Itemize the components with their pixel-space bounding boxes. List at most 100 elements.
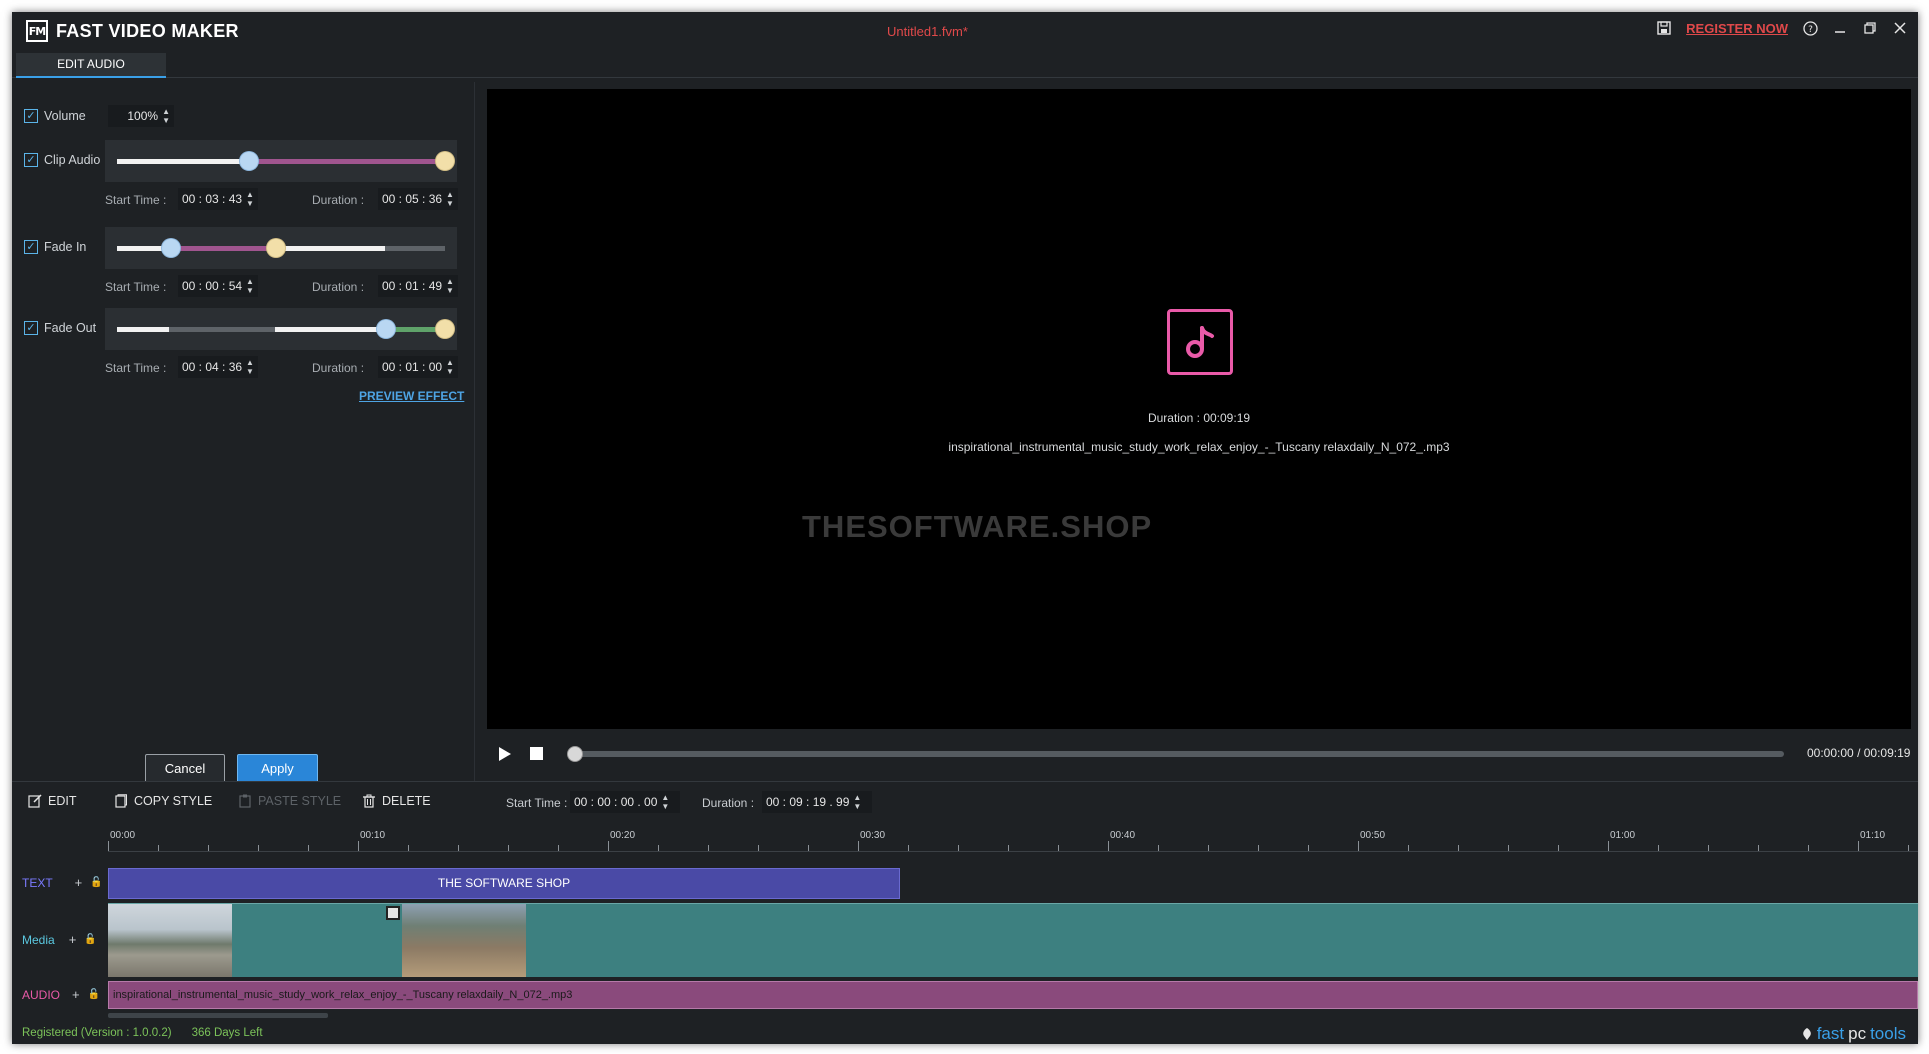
lock-icon[interactable]: 🔓	[90, 877, 102, 888]
tick-mark	[408, 845, 409, 851]
audio-track-header: AUDIO + 🔓	[22, 987, 100, 1002]
status-bar: Registered (Version : 1.0.0.2) 366 Days …	[12, 1024, 1918, 1044]
restore-icon[interactable]	[1862, 20, 1878, 36]
tab-edit-audio[interactable]: EDIT AUDIO	[16, 53, 166, 78]
add-media-icon[interactable]: +	[69, 932, 77, 947]
timeline-scrollbar[interactable]	[108, 1013, 328, 1018]
paste-style-button[interactable]: PASTE STYLE	[238, 794, 341, 808]
fade-out-row: ✓ Fade Out	[24, 321, 96, 335]
text-clip[interactable]: THE SOFTWARE SHOP	[108, 868, 900, 899]
apply-button[interactable]: Apply	[237, 754, 318, 784]
clip-start-stepper[interactable]: 00 : 03 : 43 ▲ ▼	[178, 188, 258, 210]
copy-style-label: COPY STYLE	[134, 794, 213, 808]
clip-start-handle[interactable]	[240, 152, 258, 170]
slider-track-mid	[275, 327, 385, 332]
fade-out-duration-stepper[interactable]: 00 : 01 : 00 ▲ ▼	[378, 356, 458, 378]
current-time: 00:00:00	[1807, 746, 1854, 760]
stop-icon[interactable]	[530, 747, 543, 760]
minimize-icon[interactable]	[1832, 20, 1848, 36]
watermark: THESOFTWARE.SHOP	[802, 509, 1153, 544]
fade-out-start-label: Start Time :	[105, 361, 167, 375]
save-icon[interactable]	[1656, 20, 1672, 36]
fade-in-slider[interactable]	[105, 227, 457, 269]
days-left: 366 Days Left	[191, 1027, 263, 1039]
register-now-link[interactable]: REGISTER NOW	[1686, 21, 1788, 36]
media-thumbnail[interactable]	[108, 904, 232, 977]
stepper-arrows-icon[interactable]: ▲ ▼	[853, 793, 861, 811]
tick-mark	[1908, 845, 1909, 851]
video-preview[interactable]: Duration : 00:09:19 inspirational_instru…	[487, 89, 1911, 729]
timeline-toolbar: EDIT COPY STYLE PASTE STYLE DELETE Start…	[12, 781, 1918, 823]
add-text-icon[interactable]: +	[75, 875, 83, 890]
preview-duration-value: 00:09:19	[1203, 411, 1251, 425]
time-separator: /	[1857, 746, 1861, 760]
tick-label: 00:10	[360, 830, 386, 841]
tick-mark	[1558, 845, 1559, 851]
clip-duration-label: Duration :	[312, 193, 365, 207]
timeline-ruler[interactable]: 00:00 00:10 00:20 00:30 00:40 00:50 01:00 01:10	[108, 830, 1918, 852]
clip-duration-stepper[interactable]: 00 : 05 : 36 ▲ ▼	[378, 188, 458, 210]
text-track-header: TEXT + 🔓	[22, 875, 103, 890]
volume-checkbox[interactable]: ✓	[24, 109, 38, 123]
stepper-arrows-icon[interactable]: ▲ ▼	[246, 190, 254, 208]
help-icon[interactable]: ?	[1802, 20, 1818, 36]
fade-in-duration-stepper[interactable]: 00 : 01 : 49 ▲ ▼	[378, 275, 458, 297]
registration-status: Registered (Version : 1.0.0.2)	[22, 1027, 172, 1039]
fade-out-slider[interactable]	[105, 308, 457, 350]
tick-mark	[1058, 845, 1059, 851]
edit-label: EDIT	[48, 794, 77, 808]
audio-clip[interactable]: inspirational_instrumental_music_study_w…	[108, 981, 1918, 1009]
close-icon[interactable]	[1892, 20, 1908, 36]
cancel-button[interactable]: Cancel	[145, 754, 225, 784]
tick-mark	[708, 845, 709, 851]
seek-bar[interactable]	[567, 746, 1784, 762]
seek-handle[interactable]	[567, 746, 583, 762]
toolbar-duration-stepper[interactable]: 00 : 09 : 19 . 99 ▲ ▼	[762, 791, 872, 813]
lock-icon[interactable]: 🔓	[84, 934, 96, 945]
toolbar-duration-value: 00 : 09 : 19 . 99	[766, 795, 850, 809]
volume-row: ✓ Volume	[24, 109, 86, 123]
media-track[interactable]	[108, 903, 1918, 977]
copy-style-button[interactable]: COPY STYLE	[114, 794, 212, 808]
clip-audio-checkbox[interactable]: ✓	[24, 153, 38, 167]
stepper-arrows-icon[interactable]: ▲ ▼	[162, 107, 170, 125]
tick-mark	[208, 845, 209, 851]
add-audio-icon[interactable]: +	[72, 987, 80, 1002]
stepper-arrows-icon[interactable]: ▲ ▼	[661, 793, 669, 811]
fade-in-end-handle[interactable]	[267, 239, 285, 257]
fade-in-start-stepper[interactable]: 00 : 00 : 54 ▲ ▼	[178, 275, 258, 297]
toolbar-start-stepper[interactable]: 00 : 00 : 00 . 00 ▲ ▼	[570, 791, 680, 813]
fade-in-start-handle[interactable]	[162, 239, 180, 257]
media-thumbnail[interactable]	[402, 904, 526, 977]
fade-out-start-handle[interactable]	[377, 320, 395, 338]
slider-track-left	[117, 327, 169, 332]
tick-mark	[908, 845, 909, 851]
play-icon[interactable]	[499, 747, 511, 761]
slider-track-right	[275, 246, 385, 251]
fade-out-checkbox[interactable]: ✓	[24, 321, 38, 335]
stepper-arrows-icon[interactable]: ▲ ▼	[446, 358, 454, 376]
svg-text:?: ?	[1808, 25, 1813, 35]
toolbar-start-value: 00 : 00 : 00 . 00	[574, 795, 658, 809]
tick-mark	[108, 841, 109, 851]
delete-button[interactable]: DELETE	[362, 794, 431, 808]
clip-end-handle[interactable]	[436, 152, 454, 170]
stepper-arrows-icon[interactable]: ▲ ▼	[246, 277, 254, 295]
tick-mark	[458, 845, 459, 851]
clip-audio-slider[interactable]	[105, 140, 457, 182]
timeline: 00:00 00:10 00:20 00:30 00:40 00:50 01:00 01:10…	[12, 824, 1918, 1019]
fade-out-start-stepper[interactable]: 00 : 04 : 36 ▲ ▼	[178, 356, 258, 378]
preview-effect-link[interactable]: PREVIEW EFFECT	[359, 389, 464, 403]
fade-out-duration-value: 00 : 01 : 00	[382, 360, 443, 374]
stepper-arrows-icon[interactable]: ▲ ▼	[446, 190, 454, 208]
fade-in-checkbox[interactable]: ✓	[24, 240, 38, 254]
lock-icon[interactable]: 🔓	[88, 989, 100, 1000]
tick-mark	[1108, 841, 1109, 851]
stepper-arrows-icon[interactable]: ▲ ▼	[446, 277, 454, 295]
edit-button[interactable]: EDIT	[28, 794, 76, 808]
fade-in-start-label: Start Time :	[105, 280, 167, 294]
fade-out-duration-label: Duration :	[312, 361, 365, 375]
fade-out-end-handle[interactable]	[436, 320, 454, 338]
stepper-arrows-icon[interactable]: ▲ ▼	[246, 358, 254, 376]
volume-stepper[interactable]: 100% ▲ ▼	[108, 105, 174, 127]
